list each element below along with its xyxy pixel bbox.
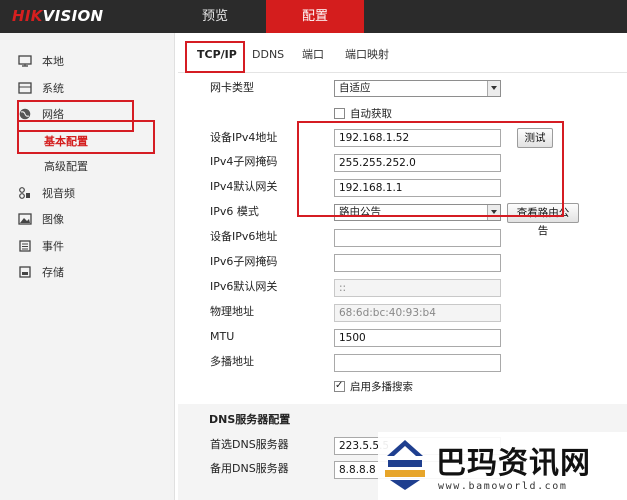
sidebar-item-event[interactable]: 事件 [18, 237, 64, 257]
monitor-icon [18, 55, 32, 67]
sidebar-item-label: 图像 [42, 213, 64, 226]
ipv6-address-input[interactable] [334, 229, 501, 247]
dhcp-label: 自动获取 [350, 108, 392, 120]
ipv6-address-label: 设备IPv6地址 [210, 230, 278, 243]
logo-hik: HIK [12, 7, 43, 25]
watermark-logo-icon [385, 440, 425, 490]
sidebar-item-label: 系统 [42, 82, 64, 95]
sidebar-item-label: 本地 [42, 55, 64, 68]
mtu-label: MTU [210, 330, 235, 343]
nav-tab-preview[interactable]: 预览 [176, 0, 254, 33]
top-bar: HIKVISION 预览 配置 [0, 0, 627, 33]
checkbox-checked-icon[interactable] [334, 379, 345, 393]
hikvision-logo: HIKVISION [12, 7, 103, 25]
sidebar-subitem-advanced-config[interactable]: 高级配置 [44, 158, 88, 176]
event-icon [19, 240, 31, 252]
ipv4-address-label: 设备IPv4地址 [210, 131, 278, 144]
nav-tab-config[interactable]: 配置 [266, 0, 364, 33]
ipv6-mask-input[interactable] [334, 254, 501, 272]
logo-vision: VISION [42, 7, 104, 25]
ipv4-mask-label: IPv4子网掩码 [210, 155, 278, 168]
subtab-port-mapping[interactable]: 端口映射 [345, 44, 389, 66]
mac-address-input: 68:6d:bc:40:93:b4 [334, 304, 501, 322]
preferred-dns-label: 首选DNS服务器 [210, 438, 289, 451]
image-icon [18, 213, 32, 225]
sidebar-item-system[interactable]: 系统 [18, 79, 64, 99]
storage-icon [19, 266, 31, 278]
nic-type-value: 自适应 [339, 82, 371, 94]
sidebar-item-label: 存储 [42, 266, 64, 279]
ipv6-gateway-input[interactable]: :: [334, 279, 501, 297]
ipv6-mode-label: IPv6 模式 [210, 205, 259, 218]
chevron-down-icon[interactable] [487, 81, 500, 96]
checkbox-icon[interactable] [334, 108, 345, 119]
highlight-basic-config [17, 120, 155, 154]
highlight-tcpip-tab [185, 41, 245, 73]
nic-type-select[interactable]: 自适应 [334, 80, 501, 97]
dns-section-title: DNS服务器配置 [209, 413, 291, 426]
sidebar-item-label: 事件 [42, 240, 64, 253]
watermark: 巴玛资讯网 www.bamoworld.com [378, 432, 627, 500]
sidebar-item-image[interactable]: 图像 [18, 210, 64, 230]
highlight-ipv4-settings [297, 121, 564, 217]
sidebar-item-storage[interactable]: 存储 [18, 263, 64, 283]
ipv4-gateway-label: IPv4默认网关 [210, 180, 278, 193]
multicast-search-label: 启用多播搜索 [350, 381, 413, 393]
audio-video-icon [19, 187, 30, 199]
subtab-port[interactable]: 端口 [302, 44, 324, 66]
system-icon [18, 82, 32, 94]
multicast-address-input[interactable] [334, 354, 501, 372]
sidebar-item-local[interactable]: 本地 [18, 52, 64, 72]
mac-address-label: 物理地址 [210, 305, 254, 318]
mtu-input[interactable]: 1500 [334, 329, 501, 347]
sidebar-item-label: 视音频 [42, 187, 75, 200]
watermark-title: 巴玛资讯网 [436, 446, 591, 481]
ipv6-mask-label: IPv6子网掩码 [210, 255, 278, 268]
alternate-dns-label: 备用DNS服务器 [210, 462, 289, 475]
dhcp-checkbox[interactable]: 自动获取 [334, 107, 392, 121]
subtab-ddns[interactable]: DDNS [252, 44, 284, 66]
nic-type-label: 网卡类型 [210, 81, 254, 94]
ipv6-gateway-label: IPv6默认网关 [210, 280, 278, 293]
sidebar-item-audio-video[interactable]: 视音频 [18, 184, 75, 204]
multicast-search-checkbox[interactable]: 启用多播搜索 [334, 379, 413, 394]
watermark-url: www.bamoworld.com [438, 481, 568, 492]
multicast-address-label: 多播地址 [210, 355, 254, 368]
subtab-divider [178, 72, 627, 73]
